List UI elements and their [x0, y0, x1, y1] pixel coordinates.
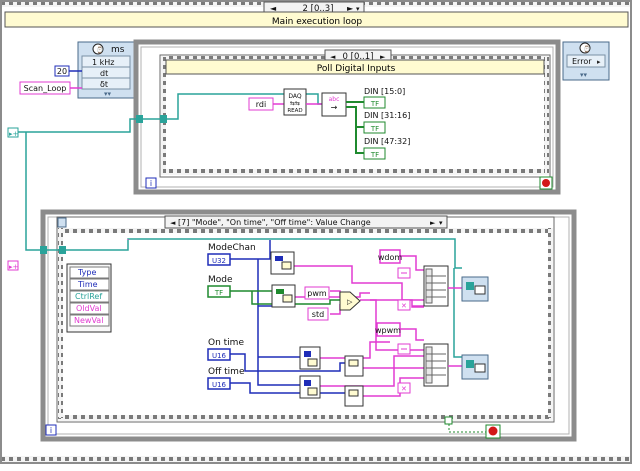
svg-text:CtrlRef: CtrlRef: [75, 292, 102, 301]
abc-label: abc: [329, 96, 340, 103]
sequence-tunnel: [160, 115, 167, 123]
loop-item-offset: δt: [100, 80, 108, 89]
svg-text:◄: ◄: [170, 219, 176, 227]
event-data-node: Type Time CtrlRef OldVal NewVal: [66, 263, 112, 333]
svg-text:U16: U16: [212, 381, 227, 389]
svg-text:✕: ✕: [401, 385, 407, 393]
svg-text:⇆⇆: ⇆⇆: [290, 100, 300, 107]
svg-text:NewVal: NewVal: [74, 316, 103, 325]
svg-text:ModeChan: ModeChan: [208, 243, 256, 253]
mode-node[interactable]: [271, 284, 296, 308]
svg-text:DIN [15:0]: DIN [15:0]: [364, 87, 405, 96]
concat-node-1[interactable]: [423, 265, 449, 307]
svg-text:wpwm: wpwm: [375, 326, 401, 335]
svg-text:▾▾: ▾▾: [580, 71, 588, 79]
svg-text:✕: ✕: [401, 302, 407, 310]
write-node-1[interactable]: [461, 276, 489, 302]
svg-text:TF: TF: [370, 125, 379, 133]
svg-text:►: ►: [430, 219, 436, 227]
mode-control[interactable]: Mode TF: [207, 275, 233, 298]
svg-text:OldVal: OldVal: [76, 304, 102, 313]
svg-text:Time: Time: [77, 280, 98, 289]
svg-text:pwm: pwm: [307, 289, 327, 298]
svg-text:⌚: ⌚: [96, 46, 103, 54]
error-output-node[interactable]: ⌚ Error ▸ ▾▾: [562, 41, 610, 81]
on-time-node[interactable]: [299, 346, 321, 370]
read-node[interactable]: DAQ ⇆⇆ READ: [283, 88, 307, 116]
off-time-write-node[interactable]: [344, 385, 364, 407]
poll-frame-title: Poll Digital Inputs: [317, 64, 396, 74]
block-diagram-canvas: ◄ 2 [0..3] ► ▾ Main execution loop ▸+ ▸+…: [0, 0, 632, 464]
event-case-tunnel: [59, 246, 66, 254]
svg-text:U32: U32: [212, 257, 226, 265]
rdi-value: rdi: [256, 100, 266, 109]
loop-rate-label: ms: [111, 45, 125, 55]
svg-text:DIN [31:16]: DIN [31:16]: [364, 111, 410, 120]
svg-text:Type: Type: [77, 268, 96, 277]
svg-text:⌚: ⌚: [583, 45, 590, 53]
stop-button-top[interactable]: [539, 176, 553, 190]
svg-text:→: →: [331, 103, 338, 112]
svg-text:std: std: [312, 310, 324, 319]
svg-text:Off time: Off time: [208, 367, 245, 377]
svg-text:TF: TF: [370, 100, 379, 108]
off-time-node[interactable]: [299, 375, 321, 399]
svg-text:U16: U16: [212, 352, 227, 360]
svg-text:DAQ: DAQ: [288, 93, 302, 100]
svg-text:▷: ▷: [347, 298, 353, 306]
event-timeout-icon: [57, 217, 67, 228]
concat-node-2[interactable]: [423, 343, 449, 387]
svg-text:▾: ▾: [439, 219, 443, 227]
svg-text:Mode: Mode: [208, 275, 233, 285]
stop-button-bottom[interactable]: [485, 424, 501, 439]
svg-text:i: i: [50, 426, 52, 435]
event-selector[interactable]: ◄ [7] "Mode", "On time", "Off time": Val…: [164, 215, 448, 229]
event-selector-label: [7] "Mode", "On time", "Off time": Value…: [178, 218, 371, 227]
svg-text:▸: ▸: [597, 58, 601, 66]
loop-item-dt: dt: [100, 69, 108, 78]
loop-name-value: Scan_Loop: [24, 84, 67, 93]
decode-node[interactable]: abc →: [321, 92, 347, 117]
on-time-write-node[interactable]: [344, 355, 364, 377]
svg-text:▸+: ▸+: [9, 130, 19, 138]
svg-text:DIN [47:32]: DIN [47:32]: [364, 137, 410, 146]
loop-item-khz: 1 kHz: [92, 58, 114, 67]
stop-tunnel: [444, 416, 453, 425]
error-label: Error: [572, 57, 592, 66]
modechan-node[interactable]: [270, 251, 295, 275]
svg-text:TF: TF: [214, 289, 223, 297]
main-loop-title: Main execution loop: [272, 17, 363, 27]
write-node-2[interactable]: [461, 354, 489, 380]
svg-text:wdom: wdom: [378, 253, 403, 262]
event-loop-tunnel: [40, 246, 47, 254]
svg-text:TF: TF: [370, 151, 379, 159]
svg-text:▸+: ▸+: [9, 263, 19, 271]
read-label: READ: [287, 108, 302, 114]
svg-text:On time: On time: [208, 338, 244, 348]
period-constant-value: 20: [57, 67, 67, 76]
loop-tunnel: [136, 115, 143, 123]
block-diagram: ◄ 2 [0..3] ► ▾ Main execution loop ▸+ ▸+…: [0, 0, 640, 471]
timed-loop-input-node[interactable]: ⌚ ms 1 kHz dt δt ▾▾: [77, 41, 135, 99]
svg-text:i: i: [150, 179, 152, 188]
svg-text:▾▾: ▾▾: [104, 90, 112, 98]
